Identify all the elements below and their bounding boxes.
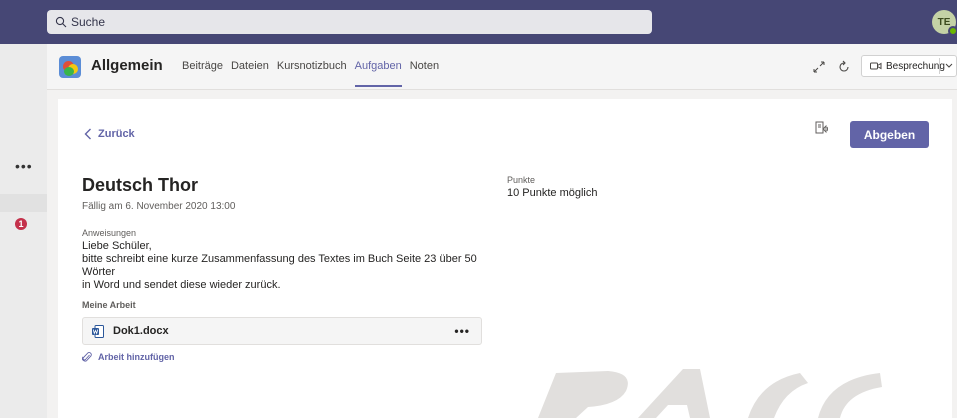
paperclip-icon [82, 351, 92, 363]
channel-header: Allgemein Beiträge Dateien Kursnotizbuch… [47, 44, 957, 90]
assignment-title: Deutsch Thor [82, 175, 199, 195]
search-icon [55, 16, 67, 28]
instructions-line: in Word und sendet diese wieder zurück. [82, 279, 281, 291]
word-document-icon [92, 324, 104, 338]
more-apps-icon[interactable]: ••• [15, 158, 33, 174]
points-label: Punkte [507, 175, 536, 185]
tab-aufgaben[interactable]: Aufgaben [354, 60, 402, 90]
presence-indicator [948, 26, 957, 36]
watermark-logo [478, 367, 952, 418]
back-button-label: Zurück [98, 128, 135, 140]
video-camera-icon [870, 61, 882, 71]
expand-icon[interactable] [812, 60, 826, 74]
back-button[interactable]: Zurück [84, 128, 135, 140]
instructions-line: bitte schreibt eine kurze Zusammenfassun… [82, 253, 477, 278]
channel-tabs: Beiträge Dateien Kursnotizbuch Aufgaben … [182, 60, 447, 90]
submit-button[interactable]: Abgeben [850, 121, 929, 148]
search-placeholder: Suche [71, 15, 106, 29]
channel-title: Allgemein [91, 57, 163, 74]
team-icon [59, 56, 81, 78]
add-work-button[interactable]: Arbeit hinzufügen [82, 351, 175, 363]
avatar-initials: TE [937, 16, 951, 28]
refresh-icon[interactable] [837, 60, 851, 74]
file-more-options-icon[interactable]: ••• [454, 324, 470, 338]
points-value: 10 Punkte möglich [507, 187, 598, 199]
instructions-text: Liebe Schüler, bitte schreibt eine kurze… [82, 240, 502, 292]
avatar[interactable]: TE [932, 10, 957, 36]
add-work-label: Arbeit hinzufügen [98, 352, 175, 362]
left-rail: ••• 1 [0, 44, 47, 418]
attached-file[interactable]: Dok1.docx ••• [82, 317, 482, 345]
instructions-label: Anweisungen [82, 228, 137, 238]
my-work-label: Meine Arbeit [82, 300, 136, 310]
meeting-button[interactable]: Besprechung [861, 55, 957, 77]
tab-beitraege[interactable]: Beiträge [182, 60, 223, 90]
instructions-line: Liebe Schüler, [82, 240, 152, 252]
due-date: Fällig am 6. November 2020 13:00 [82, 201, 236, 212]
chevron-left-icon [84, 128, 92, 140]
meeting-button-label: Besprechung [886, 60, 945, 72]
chevron-down-icon[interactable] [944, 60, 954, 70]
assignment-card: Zurück Abgeben Deutsch Thor Fällig am 6.… [58, 99, 952, 418]
file-name: Dok1.docx [113, 325, 169, 337]
rail-selected-item[interactable] [0, 194, 47, 212]
tab-kursnotizbuch[interactable]: Kursnotizbuch [277, 60, 347, 90]
search-input[interactable]: Suche [47, 10, 652, 34]
immersive-reader-icon[interactable] [813, 120, 829, 136]
top-bar: Suche TE [0, 0, 957, 44]
tab-dateien[interactable]: Dateien [231, 60, 269, 90]
tab-noten[interactable]: Noten [410, 60, 439, 90]
notification-badge: 1 [15, 218, 27, 230]
